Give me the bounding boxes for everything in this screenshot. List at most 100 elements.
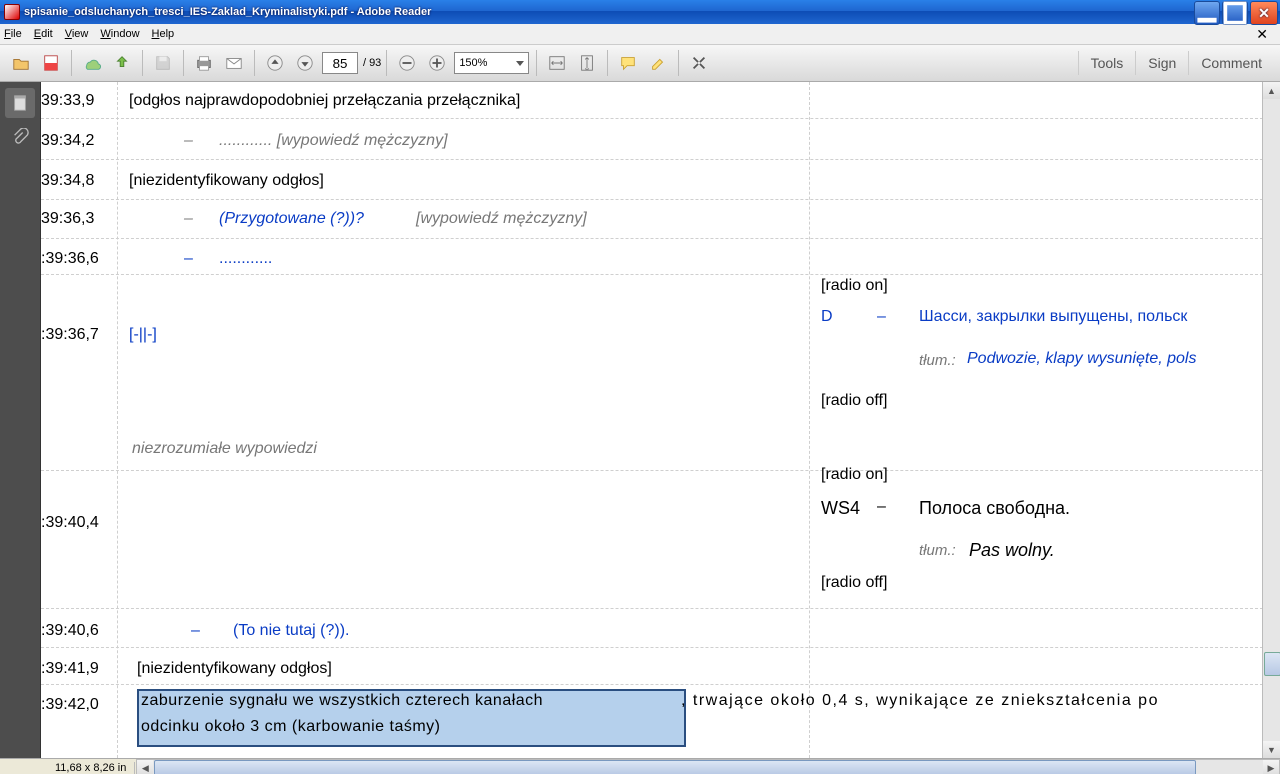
menu-file[interactable]: File [4,28,22,40]
menu-edit[interactable]: Edit [34,28,53,40]
toolbar-separator [607,50,608,76]
save-cloud-icon[interactable] [80,51,104,75]
timestamp: :39:36,7 [41,326,99,344]
tlum-text: Podwozie, klapy wysunięte, pols [967,350,1196,368]
upload-icon[interactable] [110,51,134,75]
main-area: 39:33,9 [odgłos najprawdopodobniej przeł… [0,82,1280,758]
thumbnails-icon[interactable] [5,88,35,118]
vertical-scrollbar[interactable]: ▲ ▼ [1262,82,1280,758]
toolbar: / 93 150% Tools Sign Comment [0,45,1280,82]
timestamp: :39:42,0 [41,696,99,714]
print-icon[interactable] [192,51,216,75]
transcript-russian: Шасси, закрылки выпущены, польск [919,308,1187,326]
email-icon[interactable] [222,51,246,75]
radio-on: [radio on] [821,466,888,484]
window-title: spisanie_odsluchanych_tresci_IES-Zaklad_… [24,6,1192,18]
transcript-text: , trwające około 0,4 s, wynikające ze zn… [681,692,1159,710]
titlebar[interactable]: spisanie_odsluchanych_tresci_IES-Zaklad_… [0,0,1280,24]
highlight-icon[interactable] [646,51,670,75]
scroll-thumb[interactable] [154,760,1196,774]
toolbar-separator [183,50,184,76]
pdf-page: 39:33,9 [odgłos najprawdopodobniej przeł… [41,82,1273,758]
app-icon [4,4,20,20]
scroll-left-icon[interactable]: ◀ [137,760,153,774]
niezrozumiale: niezrozumiałe wypowiedzi [132,440,317,458]
zoom-out-icon[interactable] [395,51,419,75]
dash: – [877,498,886,516]
tlum-label: tłum.: [919,542,956,559]
scroll-up-icon[interactable]: ▲ [1263,82,1280,99]
scroll-right-icon[interactable]: ▶ [1263,760,1279,774]
transcript-russian: Полоса свободна. [919,498,1070,519]
window-buttons: ✕ [1192,1,1278,23]
dash: – [184,250,193,268]
page-down-icon[interactable] [293,51,317,75]
minimize-button[interactable] [1194,1,1220,25]
maximize-button[interactable] [1222,1,1248,25]
speaker-ws4: WS4 [821,498,860,519]
document-viewport[interactable]: 39:33,9 [odgłos najprawdopodobniej przeł… [41,82,1280,758]
page-sep: / [363,57,366,69]
dash: – [184,210,193,228]
transcript-mark: [-||-] [129,326,157,344]
transcript-text: ............ [wypowiedź mężczyzny] [219,132,448,150]
menu-view[interactable]: View [65,28,89,40]
close-button[interactable]: ✕ [1250,1,1278,25]
radio-off: [radio off] [821,392,887,410]
page-total: 93 [369,57,381,69]
toolbar-separator [254,50,255,76]
toolbar-separator [142,50,143,76]
sidebar [0,82,41,758]
timestamp: 39:34,2 [41,132,94,150]
tools-link[interactable]: Tools [1078,51,1136,75]
page-number-input[interactable] [322,52,358,74]
comment-icon[interactable] [616,51,640,75]
toolbar-separator [386,50,387,76]
dash: – [184,132,193,150]
statusbar: 11,68 x 8,26 in ◀ ▶ [0,758,1280,774]
fit-page-icon[interactable] [575,51,599,75]
transcript-text-selected: zaburzenie sygnału we wszystkich czterec… [141,692,543,710]
toolbar-separator [71,50,72,76]
dash: – [191,622,200,640]
transcript-text: ............ [219,250,272,268]
zoom-value: 150% [459,57,487,69]
page-dimensions: 11,68 x 8,26 in [0,762,135,774]
read-mode-icon[interactable] [687,51,711,75]
toolbar-separator [536,50,537,76]
toolbar-separator [678,50,679,76]
column-divider [117,82,118,758]
transcript-blue: (Przygotowane (?))? [219,210,364,228]
fit-width-icon[interactable] [545,51,569,75]
transcript-text: [niezidentyfikowany odgłos] [129,172,324,190]
tlum-label: tłum.: [919,352,956,369]
transcript-text: [wypowiedź mężczyzny] [416,210,587,228]
sign-link[interactable]: Sign [1135,51,1188,75]
menu-window[interactable]: Window [100,28,139,40]
timestamp: 39:36,3 [41,210,94,228]
column-divider [809,82,810,758]
transcript-text-selected: odcinku około 3 cm (karbowanie taśmy) [141,718,441,736]
scroll-down-icon[interactable]: ▼ [1263,741,1280,758]
chevron-down-icon [516,61,524,66]
menubar-close-icon[interactable]: ✕ [1256,26,1268,43]
horizontal-scrollbar[interactable]: ◀ ▶ [136,759,1280,774]
page-up-icon[interactable] [263,51,287,75]
transcript-text: (To nie tutaj (?)). [233,622,349,640]
open-icon[interactable] [9,51,33,75]
right-panel-links: Tools Sign Comment [1078,51,1274,75]
pdf-create-icon[interactable] [39,51,63,75]
zoom-select[interactable]: 150% [454,52,529,74]
tlum-text: Pas wolny. [969,540,1055,561]
menu-help[interactable]: Help [152,28,175,40]
timestamp: :39:36,6 [41,250,99,268]
transcript-text: [niezidentyfikowany odgłos] [137,660,332,678]
comment-link[interactable]: Comment [1188,51,1274,75]
transcript-text: [odgłos najprawdopodobniej przełączania … [129,92,520,110]
attachments-icon[interactable] [5,122,35,152]
timestamp: :39:40,4 [41,514,99,532]
scroll-thumb[interactable] [1264,652,1280,676]
save-icon[interactable] [151,51,175,75]
timestamp: 39:34,8 [41,172,94,190]
zoom-in-icon[interactable] [425,51,449,75]
